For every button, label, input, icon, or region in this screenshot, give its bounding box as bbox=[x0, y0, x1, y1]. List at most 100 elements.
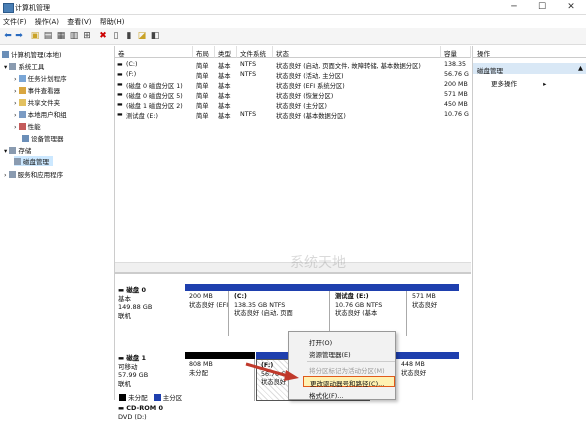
context-change-drive-letter[interactable]: 更改驱动器号和路径(C)... bbox=[303, 376, 395, 387]
disk0-partition-c[interactable]: (C:)138.35 GB NTFS状态良好 (启动, 页面 bbox=[230, 291, 330, 336]
arrow-shaft bbox=[246, 364, 288, 376]
minimize-button[interactable]: ─ bbox=[500, 0, 528, 15]
collapse-icon[interactable]: ▲ bbox=[578, 64, 583, 72]
volume-cell-vol: (磁盘 0 磁盘分区 1) bbox=[126, 81, 202, 90]
column-header-volume[interactable]: 卷 bbox=[115, 46, 193, 58]
volume-row[interactable]: ▬ (磁盘 0 磁盘分区 1)简单基本状态良好 (EFI 系统分区)200 MB bbox=[115, 80, 471, 90]
context-explore[interactable]: 资源管理器(E) bbox=[289, 348, 397, 359]
volume-cell-layout: 简单 bbox=[196, 111, 216, 120]
menu-view[interactable]: 查看(V) bbox=[64, 15, 94, 27]
volume-row[interactable]: ▬ 测试盘 (E:)简单基本NTFS状态良好 (基本数据分区)10.76 G bbox=[115, 110, 471, 120]
tree-performance[interactable]: › 性能 bbox=[14, 121, 41, 131]
navigation-tree: 计算机管理(本地) ▾ 系统工具 › 任务计划程序 › 事件查看器 › 共享文件… bbox=[0, 46, 115, 400]
volume-cell-layout: 简单 bbox=[196, 101, 216, 110]
column-header-layout[interactable]: 布局 bbox=[193, 46, 215, 58]
context-menu: 打开(O) 资源管理器(E) 将分区标记为活动分区(M) 更改驱动器号和路径(C… bbox=[288, 331, 396, 400]
folder-up-icon[interactable]: ▣ bbox=[30, 31, 40, 41]
volume-row[interactable]: ▬ (C:)简单基本NTFS状态良好 (启动, 页面文件, 故障转储, 基本数据… bbox=[115, 60, 471, 70]
volume-cell-vol: 测试盘 (E:) bbox=[126, 111, 202, 120]
volume-cell-type: 基本 bbox=[218, 101, 238, 110]
column-header-type[interactable]: 类型 bbox=[215, 46, 237, 58]
disk0-partition-recovery[interactable]: 571 MB状态良好 bbox=[408, 291, 459, 336]
volume-cell-type: 基本 bbox=[218, 91, 238, 100]
disk1-size: 57.99 GB bbox=[118, 371, 180, 380]
properties-icon[interactable]: ▦ bbox=[56, 31, 66, 41]
volume-cell-vol: (F:) bbox=[126, 71, 202, 78]
window-title: 计算机管理 bbox=[15, 3, 50, 13]
back-arrow-icon[interactable]: ⬅ bbox=[3, 31, 13, 41]
volume-cell-vol: (C:) bbox=[126, 61, 202, 68]
document-icon[interactable]: ▯ bbox=[111, 31, 121, 41]
users-icon bbox=[19, 111, 26, 118]
computer-icon bbox=[2, 51, 9, 58]
tree-event-viewer[interactable]: › 事件查看器 bbox=[14, 85, 60, 95]
tree-root[interactable]: 计算机管理(本地) bbox=[2, 49, 62, 59]
view-icon[interactable]: ◧ bbox=[150, 31, 160, 41]
volume-cell-layout: 简单 bbox=[196, 71, 216, 80]
actions-more[interactable]: 更多操作 ▸ bbox=[491, 78, 546, 88]
tree-services-apps[interactable]: › 服务和应用程序 bbox=[4, 169, 63, 179]
tree-local-users[interactable]: › 本地用户和组 bbox=[14, 109, 67, 119]
volume-row[interactable]: ▬ (F:)简单基本NTFS状态良好 (活动, 主分区)56.76 G bbox=[115, 70, 471, 80]
export-icon[interactable]: ◪ bbox=[137, 31, 147, 41]
volume-cell-fs: NTFS bbox=[240, 61, 274, 68]
volume-icon: ▬ bbox=[117, 61, 123, 68]
column-header-capacity[interactable]: 容量 bbox=[441, 46, 471, 58]
tree-shared-folders[interactable]: › 共享文件夹 bbox=[14, 97, 60, 107]
volume-cell-layout: 简单 bbox=[196, 61, 216, 70]
grid-icon[interactable]: ⊞ bbox=[82, 31, 92, 41]
volume-cell-type: 基本 bbox=[218, 61, 238, 70]
actions-disk-management[interactable]: 磁盘管理 ▲ bbox=[473, 63, 586, 74]
volume-cell-vol: (磁盘 1 磁盘分区 2) bbox=[126, 101, 202, 110]
key-icon[interactable]: ▮ bbox=[124, 31, 134, 41]
red-arrow-icon bbox=[244, 362, 300, 382]
volume-cell-layout: 简单 bbox=[196, 91, 216, 100]
tree-system-tools[interactable]: ▾ 系统工具 bbox=[4, 61, 44, 71]
device-icon bbox=[22, 135, 29, 142]
column-header-status[interactable]: 状态 bbox=[273, 46, 441, 58]
volume-row[interactable]: ▬ (磁盘 0 磁盘分区 5)简单基本 状态良好 (恢复分区)571 MB bbox=[115, 90, 471, 100]
disk0-bar bbox=[185, 284, 459, 291]
maximize-button[interactable]: ☐ bbox=[528, 0, 556, 15]
services-icon bbox=[9, 171, 16, 178]
legend-primary-label: 主分区 bbox=[163, 394, 183, 402]
watermark-text: 系统天地 bbox=[290, 252, 346, 272]
volume-cell-vol: (磁盘 0 磁盘分区 5) bbox=[126, 91, 202, 100]
actions-pane: 操作 磁盘管理 ▲ 更多操作 ▸ bbox=[472, 46, 586, 400]
toolbar: ⬅ ➡ ▣ ▤ ▦ ▥ ⊞ ✖ ▯ ▮ ◪ ◧ bbox=[0, 28, 586, 45]
volume-cell-status: 状态良好 (恢复分区) bbox=[276, 91, 441, 100]
disk0-partition-efi[interactable]: 200 MB状态良好 (EFI bbox=[185, 291, 229, 336]
volume-cell-cap: 571 MB bbox=[444, 91, 472, 98]
volume-cell-cap: 200 MB bbox=[444, 81, 472, 88]
folder-icon bbox=[19, 99, 26, 106]
disk1-label: ▬ 磁盘 1 可移动 57.99 GB 联机 bbox=[118, 354, 180, 388]
volume-cell-status: 状态良好 (EFI 系统分区) bbox=[276, 81, 441, 90]
menu-help[interactable]: 帮助(H) bbox=[97, 15, 128, 27]
volume-cell-status: 状态良好 (基本数据分区) bbox=[276, 111, 441, 120]
tree-task-scheduler[interactable]: › 任务计划程序 bbox=[14, 73, 67, 83]
volume-cell-layout: 简单 bbox=[196, 81, 216, 90]
context-open[interactable]: 打开(O) bbox=[289, 336, 397, 347]
tree-disk-management[interactable]: 磁盘管理 bbox=[14, 156, 53, 166]
context-format[interactable]: 格式化(F)... bbox=[289, 389, 397, 400]
menu-file[interactable]: 文件(F) bbox=[0, 15, 30, 27]
tree-storage[interactable]: ▾ 存储 bbox=[4, 145, 31, 155]
disk1-type: 可移动 bbox=[118, 363, 180, 372]
disk0-partition-e[interactable]: 测试盘 (E:)10.76 GB NTFS状态良好 (基本 bbox=[331, 291, 407, 336]
menu-action[interactable]: 操作(A) bbox=[32, 15, 62, 27]
forward-arrow-icon[interactable]: ➡ bbox=[14, 31, 24, 41]
help-icon[interactable]: ▥ bbox=[69, 31, 79, 41]
show-tree-icon[interactable]: ▤ bbox=[43, 31, 53, 41]
tree-device-manager[interactable]: 设备管理器 bbox=[22, 133, 64, 143]
disk0-name: 磁盘 0 bbox=[126, 286, 146, 294]
volume-cell-type: 基本 bbox=[218, 111, 238, 120]
volume-row[interactable]: ▬ (磁盘 1 磁盘分区 2)简单基本状态良好 (主分区)450 MB bbox=[115, 100, 471, 110]
tools-icon bbox=[9, 63, 16, 70]
performance-icon bbox=[19, 123, 26, 130]
close-button[interactable]: ✕ bbox=[557, 0, 585, 15]
volume-cell-type: 基本 bbox=[218, 71, 238, 80]
legend: 未分配 主分区 bbox=[119, 392, 182, 402]
volume-icon: ▬ bbox=[117, 91, 123, 98]
column-header-filesystem[interactable]: 文件系统 bbox=[237, 46, 273, 58]
delete-icon[interactable]: ✖ bbox=[98, 31, 108, 41]
